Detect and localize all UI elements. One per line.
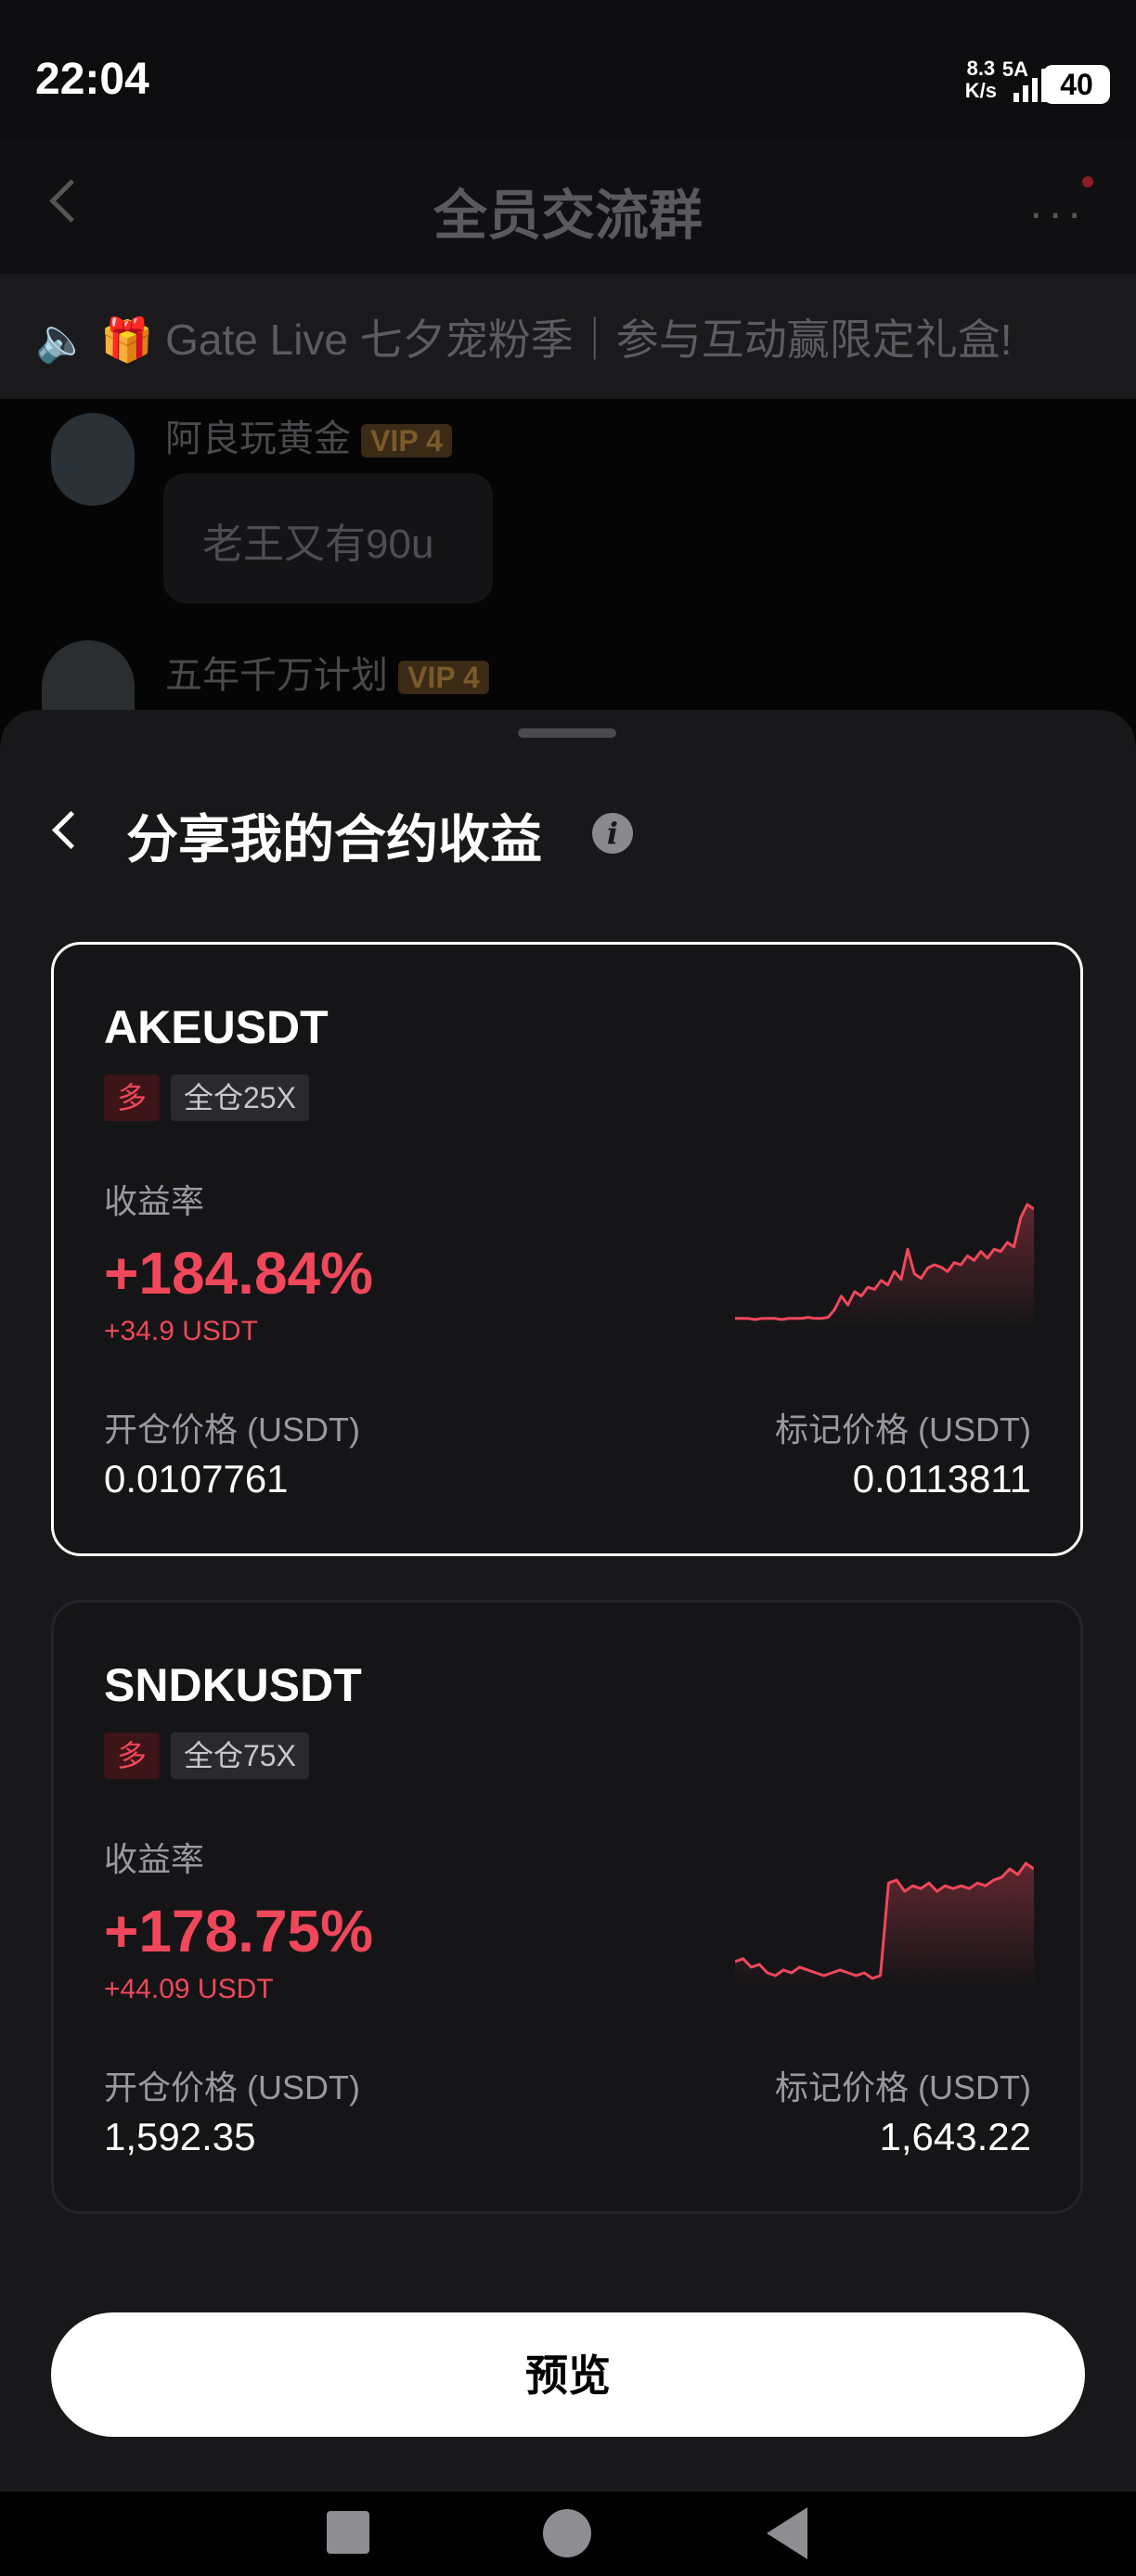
info-icon[interactable]: i [592, 813, 633, 854]
message-username: 五年千万计划 VIP 4 [165, 645, 489, 699]
pnl-value: +34.9 USDT [104, 1316, 258, 1346]
sparkline-area [735, 1204, 1034, 1327]
username-text: 五年千万计划 [165, 655, 388, 696]
battery-icon: 40 [1043, 65, 1110, 104]
entry-price-label: 开仓价格 (USDT) [104, 1410, 360, 1449]
drag-handle[interactable] [518, 728, 616, 738]
position-symbol: SNDKUSDT [104, 1659, 362, 1711]
nav-back-icon[interactable] [767, 2507, 807, 2559]
more-icon[interactable]: ··· [1028, 186, 1086, 239]
mark-price: 0.0113811 [852, 1457, 1031, 1501]
announcement-text: 🔈 🎁 Gate Live 七夕宠粉季｜参与互动赢限定礼盒! [35, 316, 1013, 364]
notification-dot [1082, 176, 1093, 187]
entry-price-label: 开仓价格 (USDT) [104, 2068, 360, 2106]
entry-price: 0.0107761 [104, 1457, 289, 1501]
net-speed: 8.3 K/s [965, 58, 997, 102]
position-symbol: AKEUSDT [104, 1001, 329, 1053]
vip-badge: VIP 4 [398, 661, 489, 694]
net-speed-value: 8.3 [966, 57, 996, 80]
yield-value: +178.75% [104, 1898, 374, 1964]
nav-recents-icon[interactable] [327, 2511, 369, 2554]
direction-tag: 多 [104, 1732, 160, 1779]
sparkline-chart [735, 1203, 1034, 1327]
avatar[interactable] [51, 413, 135, 506]
mark-price-label: 标记价格 (USDT) [775, 1410, 1031, 1449]
mark-price: 1,643.22 [879, 2115, 1032, 2158]
mark-price-label: 标记价格 (USDT) [775, 2068, 1031, 2106]
net-speed-unit: K/s [964, 79, 997, 102]
preview-button[interactable]: 预览 [51, 2312, 1085, 2437]
entry-price: 1,592.35 [104, 2115, 256, 2158]
chat-title: 全员交流群 [432, 186, 703, 246]
message-username: 阿良玩黄金 VIP 4 [165, 408, 452, 462]
status-time: 22:04 [35, 55, 149, 104]
yield-label: 收益率 [104, 1840, 205, 1878]
pnl-value: +44.09 USDT [104, 1974, 274, 2004]
nav-home-icon[interactable] [543, 2509, 591, 2557]
leverage-tag: 全仓25X [171, 1075, 309, 1121]
yield-label: 收益率 [104, 1182, 205, 1220]
leverage-tag: 全仓75X [171, 1732, 309, 1779]
sheet-title: 分享我的合约收益 [126, 810, 542, 869]
message-text: 老王又有90u [202, 522, 434, 567]
vip-badge: VIP 4 [361, 424, 452, 457]
username-text: 阿良玩黄金 [165, 419, 351, 459]
sparkline-chart [735, 1861, 1034, 1986]
yield-value: +184.84% [104, 1240, 374, 1307]
direction-tag: 多 [104, 1075, 160, 1121]
